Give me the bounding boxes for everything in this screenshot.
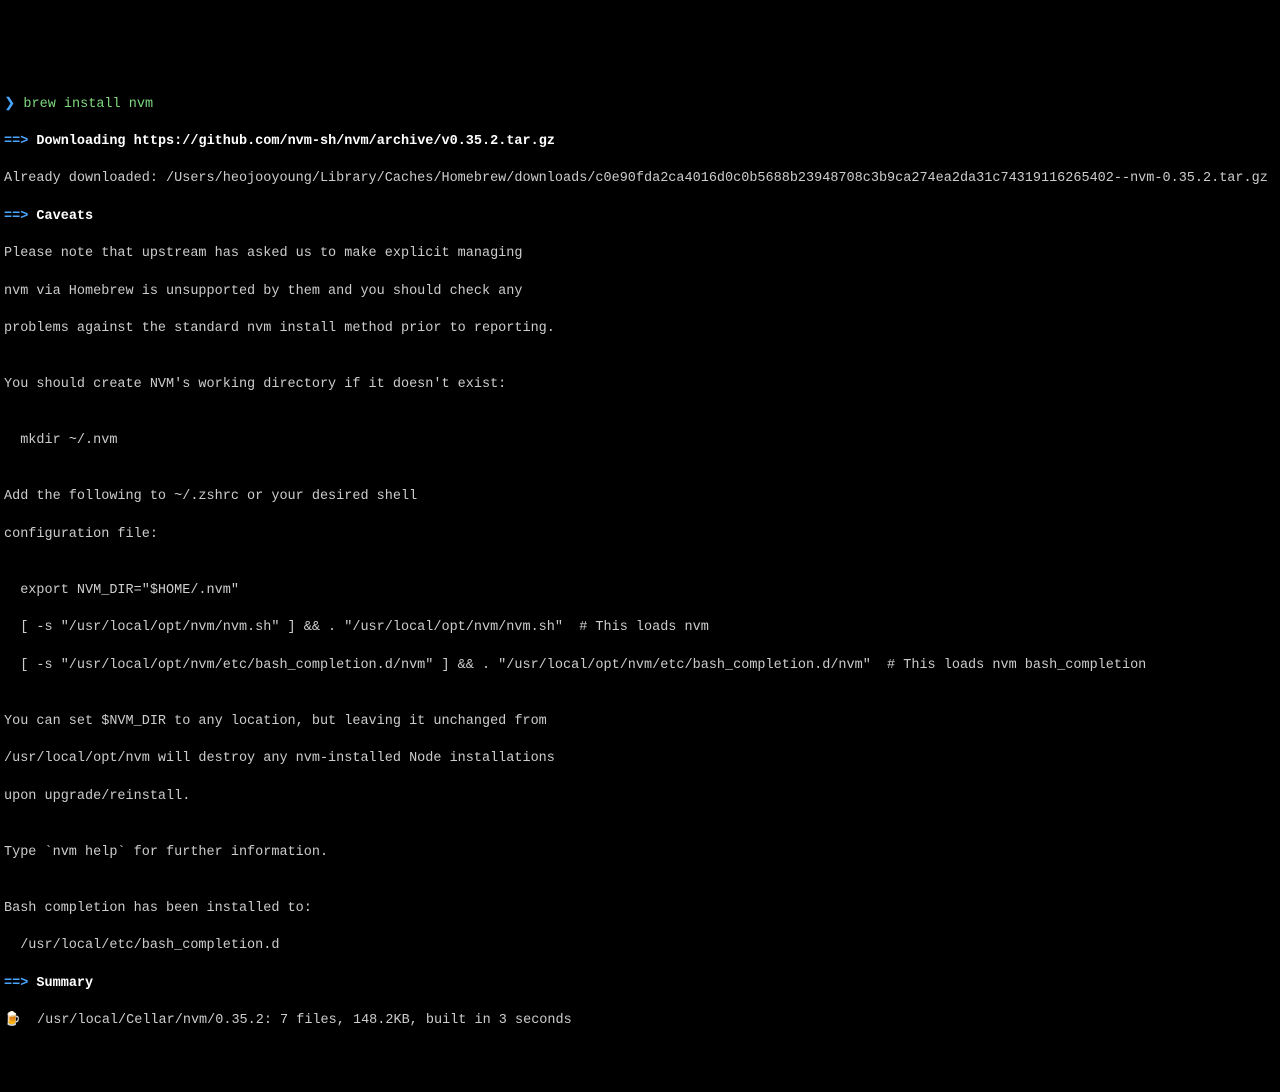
downloading-label: Downloading xyxy=(36,134,125,149)
caveats-text: mkdir ~/.nvm xyxy=(4,432,1276,451)
caveats-text: /usr/local/opt/nvm will destroy any nvm-… xyxy=(4,750,1276,769)
caveats-text: Add the following to ~/.zshrc or your de… xyxy=(4,488,1276,507)
caveats-text: problems against the standard nvm instal… xyxy=(4,320,1276,339)
summary-header: ==> Summary xyxy=(4,975,1276,994)
caveats-text: /usr/local/etc/bash_completion.d xyxy=(4,937,1276,956)
caveats-text: [ -s "/usr/local/opt/nvm/etc/bash_comple… xyxy=(4,657,1276,676)
command-text: brew install nvm xyxy=(23,97,153,112)
section-arrow: ==> xyxy=(4,209,28,224)
summary-label: Summary xyxy=(36,976,93,991)
caveats-text: upon upgrade/reinstall. xyxy=(4,788,1276,807)
caveats-label: Caveats xyxy=(36,209,93,224)
command-line: ❯ brew install nvm xyxy=(4,96,1276,115)
summary-line: 🍺 /usr/local/Cellar/nvm/0.35.2: 7 files,… xyxy=(4,1012,1276,1031)
caveats-text: nvm via Homebrew is unsupported by them … xyxy=(4,283,1276,302)
caveats-text: export NVM_DIR="$HOME/.nvm" xyxy=(4,582,1276,601)
terminal-output[interactable]: ❯ brew install nvm ==> Downloading https… xyxy=(4,77,1276,1050)
caveats-text: You can set $NVM_DIR to any location, bu… xyxy=(4,713,1276,732)
beer-icon: 🍺 xyxy=(4,1012,21,1031)
caveats-text: Bash completion has been installed to: xyxy=(4,900,1276,919)
caveats-text: configuration file: xyxy=(4,526,1276,545)
prompt-symbol: ❯ xyxy=(4,97,15,112)
caveats-header: ==> Caveats xyxy=(4,208,1276,227)
caveats-text: You should create NVM's working director… xyxy=(4,376,1276,395)
section-arrow: ==> xyxy=(4,134,28,149)
already-downloaded-line: Already downloaded: /Users/heojooyoung/L… xyxy=(4,170,1276,189)
downloading-line: ==> Downloading https://github.com/nvm-s… xyxy=(4,133,1276,152)
summary-text: /usr/local/Cellar/nvm/0.35.2: 7 files, 1… xyxy=(21,1013,572,1028)
caveats-text: Type `nvm help` for further information. xyxy=(4,844,1276,863)
section-arrow: ==> xyxy=(4,976,28,991)
caveats-text: [ -s "/usr/local/opt/nvm/nvm.sh" ] && . … xyxy=(4,619,1276,638)
caveats-text: Please note that upstream has asked us t… xyxy=(4,245,1276,264)
downloading-url: https://github.com/nvm-sh/nvm/archive/v0… xyxy=(134,134,555,149)
